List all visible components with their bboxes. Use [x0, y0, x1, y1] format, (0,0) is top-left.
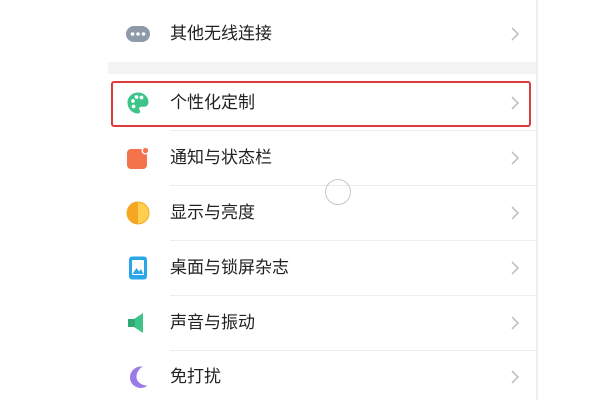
settings-screen: 其他无线连接 个性化定制 通知与状态栏 显示与亮度 桌面与锁屏杂志 声音与振动 …: [0, 0, 600, 400]
chevron-right-icon: [511, 96, 520, 110]
palette-icon: [127, 92, 149, 114]
settings-item-label: 桌面与锁屏杂志: [170, 258, 289, 278]
settings-item-label: 其他无线连接: [170, 24, 272, 44]
chevron-right-icon: [511, 370, 520, 384]
settings-list: 其他无线连接 个性化定制 通知与状态栏 显示与亮度 桌面与锁屏杂志 声音与振动 …: [108, 0, 536, 400]
settings-item-display[interactable]: 显示与亮度: [108, 186, 536, 240]
section-separator: [108, 62, 536, 74]
settings-item-label: 个性化定制: [170, 93, 255, 113]
notification-icon: [127, 146, 150, 169]
chevron-right-icon: [511, 27, 520, 41]
moon-icon: [130, 366, 148, 388]
settings-item-personalization[interactable]: 个性化定制: [108, 76, 536, 130]
brightness-icon: [126, 201, 150, 225]
chevron-right-icon: [511, 316, 520, 330]
scrollbar[interactable]: [536, 0, 538, 400]
settings-item-other-wireless[interactable]: 其他无线连接: [108, 7, 536, 61]
settings-item-wallpaper[interactable]: 桌面与锁屏杂志: [108, 241, 536, 295]
speaker-icon: [128, 313, 143, 333]
settings-item-sound[interactable]: 声音与振动: [108, 296, 536, 350]
settings-item-label: 声音与振动: [170, 313, 255, 333]
settings-item-label: 通知与状态栏: [170, 148, 272, 168]
chevron-right-icon: [511, 206, 520, 220]
settings-item-label: 免打扰: [170, 367, 221, 387]
settings-item-label: 显示与亮度: [170, 203, 255, 223]
chevron-right-icon: [511, 151, 520, 165]
chevron-right-icon: [511, 261, 520, 275]
settings-item-notifications[interactable]: 通知与状态栏: [108, 131, 536, 185]
more-dots-icon: [126, 26, 150, 42]
wallpaper-icon: [129, 256, 147, 280]
settings-item-do-not-disturb[interactable]: 免打扰: [108, 350, 536, 400]
